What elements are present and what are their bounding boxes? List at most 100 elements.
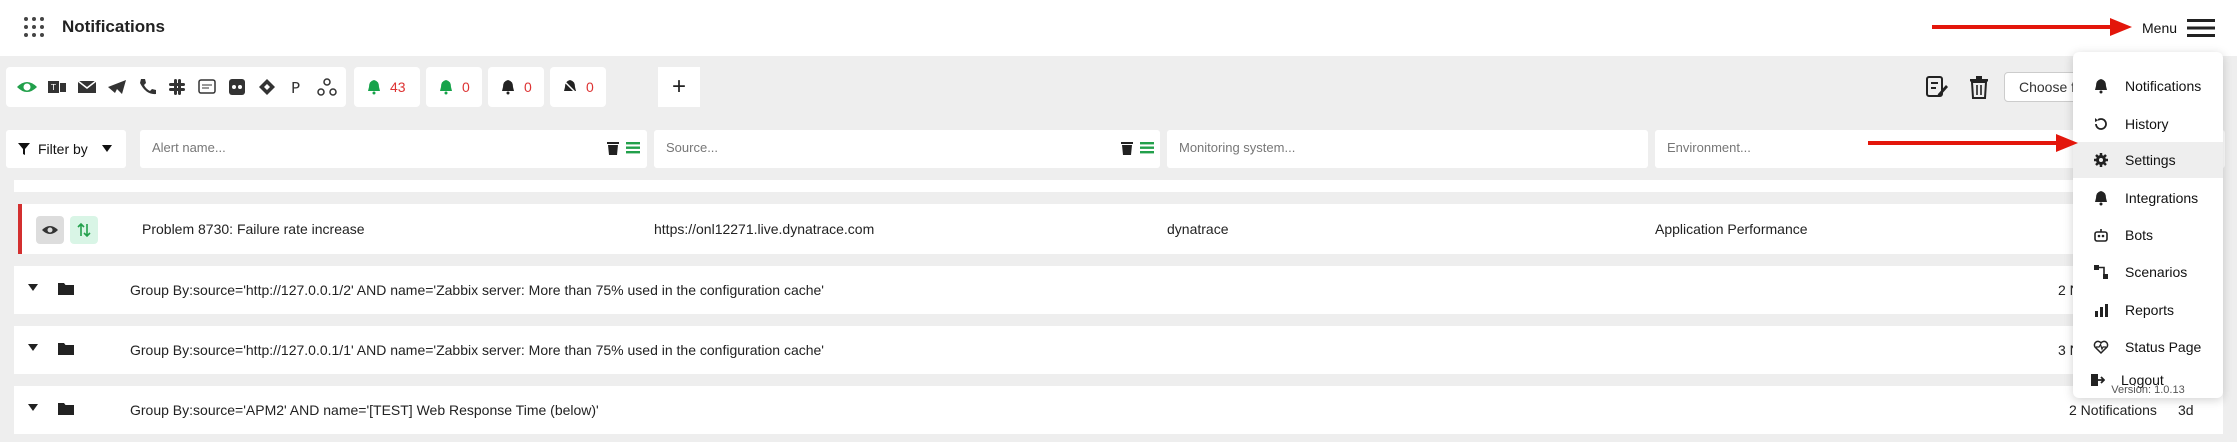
bell-snooze-icon — [502, 80, 514, 95]
top-bar: Notifications Menu — [0, 0, 2237, 56]
acknowledged-count: 0 — [462, 79, 470, 95]
muted-alerts-counter[interactable]: 0 — [550, 67, 606, 107]
telegram-icon[interactable] — [106, 77, 128, 97]
channel-filter-group: T P — [6, 67, 346, 107]
menu-item-status-page[interactable]: Status Page — [2073, 329, 2223, 365]
menu-item-label: History — [2125, 116, 2169, 132]
alert-name: Problem 8730: Failure rate increase — [142, 221, 365, 237]
add-button[interactable]: + — [658, 67, 700, 107]
bell-icon — [2095, 79, 2107, 94]
webhook-icon[interactable] — [316, 77, 338, 97]
menu-item-label: Settings — [2125, 152, 2176, 168]
filter-by-label: Filter by — [38, 141, 88, 157]
view-button[interactable] — [36, 216, 64, 244]
group-row[interactable]: Group By:source='APM2' AND name='[TEST] … — [14, 386, 2223, 434]
main-menu-dropdown: Notifications History Settings Integrati… — [2073, 52, 2223, 398]
pushover-icon[interactable]: P — [286, 77, 308, 97]
source-input[interactable] — [666, 140, 1021, 155]
sort-button[interactable] — [70, 216, 98, 244]
edit-notes-icon[interactable] — [1924, 74, 1950, 100]
jira-icon[interactable] — [256, 77, 278, 97]
snoozed-count: 0 — [524, 79, 532, 95]
slack-icon[interactable] — [166, 77, 188, 97]
filter-icon — [18, 143, 30, 155]
menu-item-label: Bots — [2125, 227, 2154, 243]
scenario-icon — [2094, 265, 2108, 279]
history-icon — [2095, 118, 2107, 130]
menu-label[interactable]: Menu — [2142, 20, 2177, 36]
monitoring-system-input[interactable] — [1179, 140, 1516, 155]
list-top-strip — [14, 180, 2214, 192]
rocketchat-icon[interactable] — [226, 77, 248, 97]
menu-item-label: Scenarios — [2125, 264, 2188, 280]
trash-icon[interactable] — [1966, 74, 1992, 100]
menu-item-label: Reports — [2125, 302, 2175, 318]
heartbeat-icon — [2093, 340, 2109, 355]
folder-icon — [58, 343, 74, 355]
menu-item-label: Integrations — [2125, 190, 2199, 206]
menu-item-scenarios[interactable]: Scenarios — [2073, 254, 2223, 290]
group-title: Group By:source='APM2' AND name='[TEST] … — [130, 402, 599, 418]
expand-caret-icon[interactable] — [28, 404, 38, 412]
menu-item-history[interactable]: History — [2073, 106, 2223, 142]
apps-grid-icon[interactable] — [22, 15, 46, 39]
folder-icon — [58, 283, 74, 295]
menu-item-settings[interactable]: Settings — [2073, 142, 2223, 178]
svg-text:T: T — [50, 83, 56, 92]
snoozed-alerts-counter[interactable]: 0 — [488, 67, 544, 107]
muted-count: 0 — [586, 79, 594, 95]
bell-off-icon — [563, 80, 577, 94]
clear-trash-icon[interactable] — [1120, 140, 1134, 156]
bell-check-icon — [440, 80, 452, 95]
alert-source[interactable]: https://onl12271.live.dynatrace.com — [654, 221, 874, 237]
group-title: Group By:source='http://127.0.0.1/1' AND… — [130, 342, 824, 358]
group-title: Group By:source='http://127.0.0.1/2' AND… — [130, 282, 824, 298]
list-icon[interactable] — [626, 140, 640, 156]
bell-ring-icon — [368, 80, 380, 95]
active-count: 43 — [390, 79, 406, 95]
alert-row[interactable]: Problem 8730: Failure rate increase http… — [18, 204, 2223, 254]
menu-item-integrations[interactable]: Integrations — [2073, 180, 2223, 216]
acknowledged-alerts-counter[interactable]: 0 — [426, 67, 482, 107]
monitoring-system-filter — [1167, 130, 1648, 168]
group-age: 3d — [2178, 402, 2194, 418]
eye-icon[interactable] — [16, 77, 38, 97]
list-icon[interactable] — [1140, 140, 1154, 156]
teams-icon[interactable]: T — [46, 77, 68, 97]
alert-environment: Application Performance — [1655, 221, 1808, 237]
active-alerts-counter[interactable]: 43 — [354, 67, 420, 107]
alert-name-input[interactable] — [152, 140, 507, 155]
annotation-arrowhead-settings — [2056, 134, 2078, 152]
menu-item-bots[interactable]: Bots — [2073, 217, 2223, 253]
group-count: 2 Notifications — [2069, 402, 2157, 418]
group-row[interactable]: Group By:source='http://127.0.0.1/2' AND… — [14, 266, 2223, 314]
filter-by-dropdown[interactable]: Filter by — [6, 130, 126, 168]
phone-icon[interactable] — [136, 77, 158, 97]
expand-caret-icon[interactable] — [28, 284, 38, 292]
robot-icon — [2094, 229, 2108, 242]
eye-icon — [42, 226, 58, 234]
sms-icon[interactable] — [196, 77, 218, 97]
menu-item-label: Notifications — [2125, 78, 2202, 94]
version-label: Version: 1.0.13 — [2111, 384, 2185, 396]
folder-icon — [58, 403, 74, 415]
bell-icon — [2095, 191, 2107, 206]
annotation-arrow-menu — [1932, 25, 2112, 29]
menu-item-label: Status Page — [2125, 339, 2202, 355]
gear-icon — [2094, 153, 2108, 167]
menu-item-notifications[interactable]: Notifications — [2073, 68, 2223, 104]
alert-name-filter — [140, 130, 647, 168]
sort-arrows-icon — [77, 222, 91, 238]
svg-text:P: P — [291, 79, 300, 97]
clear-trash-icon[interactable] — [606, 140, 620, 156]
chevron-down-icon — [101, 145, 112, 152]
group-row[interactable]: Group By:source='http://127.0.0.1/1' AND… — [14, 326, 2223, 374]
annotation-arrow-settings — [1868, 141, 2058, 145]
page-title: Notifications — [62, 17, 165, 36]
alert-monitoring-system: dynatrace — [1167, 221, 1229, 237]
hamburger-menu-icon[interactable] — [2187, 18, 2215, 38]
mail-icon[interactable] — [76, 77, 98, 97]
menu-item-reports[interactable]: Reports — [2073, 292, 2223, 328]
source-filter — [654, 130, 1160, 168]
expand-caret-icon[interactable] — [28, 344, 38, 352]
